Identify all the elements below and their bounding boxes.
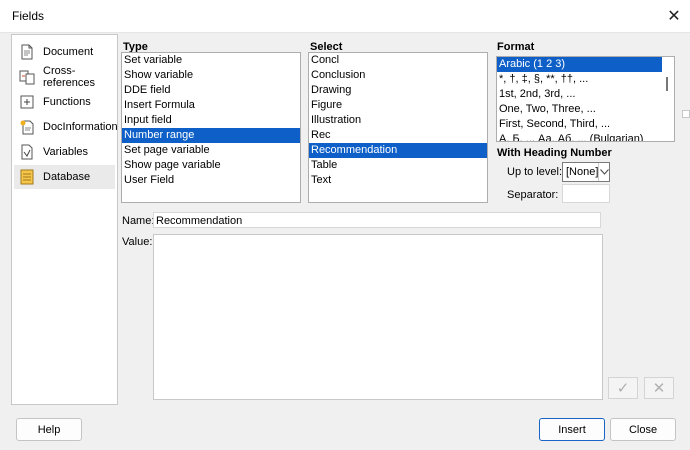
tab-label: Variables [43, 146, 89, 158]
cancel-edit-button[interactable]: ✕ [644, 377, 674, 399]
chevron-down-icon [598, 163, 609, 181]
list-item[interactable]: Conclusion [309, 68, 487, 83]
resize-handle [682, 110, 690, 118]
tab-functions[interactable]: Functions [14, 90, 115, 114]
select-list[interactable]: Concl Conclusion Drawing Figure Illustra… [308, 52, 488, 203]
tab-database[interactable]: Database [14, 165, 115, 189]
list-item[interactable]: Show variable [122, 68, 300, 83]
list-item[interactable]: Table [309, 158, 487, 173]
tab-label: DocInformation [43, 121, 118, 133]
list-item[interactable]: Set page variable [122, 143, 300, 158]
heading-number-label: With Heading Number [497, 147, 612, 159]
apply-button[interactable]: ✓ [608, 377, 638, 399]
list-item-selected[interactable]: Arabic (1 2 3) [497, 57, 662, 72]
list-item[interactable]: А, Б, .., Аа, Аб, ... (Bulgarian) [497, 132, 662, 141]
list-item[interactable]: Concl [309, 53, 487, 68]
tab-label: Document [43, 46, 94, 58]
document-icon [19, 44, 35, 60]
name-input[interactable]: Recommendation [153, 212, 601, 228]
list-item[interactable]: Input field [122, 113, 300, 128]
list-item[interactable]: Drawing [309, 83, 487, 98]
list-item[interactable]: Rec [309, 128, 487, 143]
format-scrollbar[interactable] [662, 57, 673, 140]
type-list[interactable]: Set variable Show variable DDE field Ins… [121, 52, 301, 203]
list-item[interactable]: Text [309, 173, 487, 188]
list-item[interactable]: 1st, 2nd, 3rd, ... [497, 87, 662, 102]
tab-docinformation[interactable]: DocInformation [14, 115, 118, 139]
list-item-selected[interactable]: Number range [122, 128, 300, 143]
list-item-selected[interactable]: Recommendation [309, 143, 487, 158]
database-icon [19, 169, 35, 185]
list-item[interactable]: *, †, ‡, §, **, ††, ... [497, 72, 662, 87]
close-icon: ✕ [652, 380, 666, 397]
separator-label: Separator: [507, 189, 559, 201]
category-tabs: Document Cross-references Functions DocI… [11, 34, 118, 405]
functions-icon [19, 94, 35, 110]
window-title: Fields [12, 9, 45, 23]
close-button[interactable]: Close [610, 418, 676, 441]
help-button[interactable]: Help [16, 418, 82, 441]
list-item[interactable]: Set variable [122, 53, 300, 68]
tab-cross-references[interactable]: Cross-references [14, 65, 115, 89]
tab-label: Functions [43, 96, 91, 108]
value-label: Value: [122, 236, 153, 248]
tab-document[interactable]: Document [14, 40, 115, 64]
cross-references-icon [19, 69, 35, 85]
docinformation-icon [19, 119, 35, 135]
list-item[interactable]: Insert Formula [122, 98, 300, 113]
up-to-level-label: Up to level: [507, 166, 563, 178]
list-item[interactable]: Figure [309, 98, 487, 113]
title-bar [0, 0, 690, 33]
scrollbar-thumb[interactable] [666, 77, 668, 91]
list-item[interactable]: DDE field [122, 83, 300, 98]
up-to-level-select[interactable]: [None] [562, 162, 610, 182]
tab-label: Cross-references [43, 65, 95, 89]
window-close-button[interactable]: ✕ [660, 4, 688, 28]
list-item[interactable]: User Field [122, 173, 300, 188]
tab-variables[interactable]: Variables [14, 140, 115, 164]
list-item[interactable]: Show page variable [122, 158, 300, 173]
up-to-level-value: [None] [566, 166, 599, 178]
value-textarea[interactable] [153, 234, 603, 400]
insert-button[interactable]: Insert [539, 418, 605, 441]
separator-input[interactable] [562, 184, 610, 203]
list-item[interactable]: First, Second, Third, ... [497, 117, 662, 132]
variables-icon [19, 144, 35, 160]
list-item[interactable]: One, Two, Three, ... [497, 102, 662, 117]
close-icon: ✕ [667, 8, 681, 25]
format-label: Format [497, 41, 535, 53]
list-item[interactable]: Illustration [309, 113, 487, 128]
tab-label: Database [43, 171, 91, 183]
checkmark-icon: ✓ [616, 380, 630, 397]
name-label: Name: [122, 215, 155, 227]
format-list[interactable]: Arabic (1 2 3) *, †, ‡, §, **, ††, ... 1… [496, 56, 675, 142]
